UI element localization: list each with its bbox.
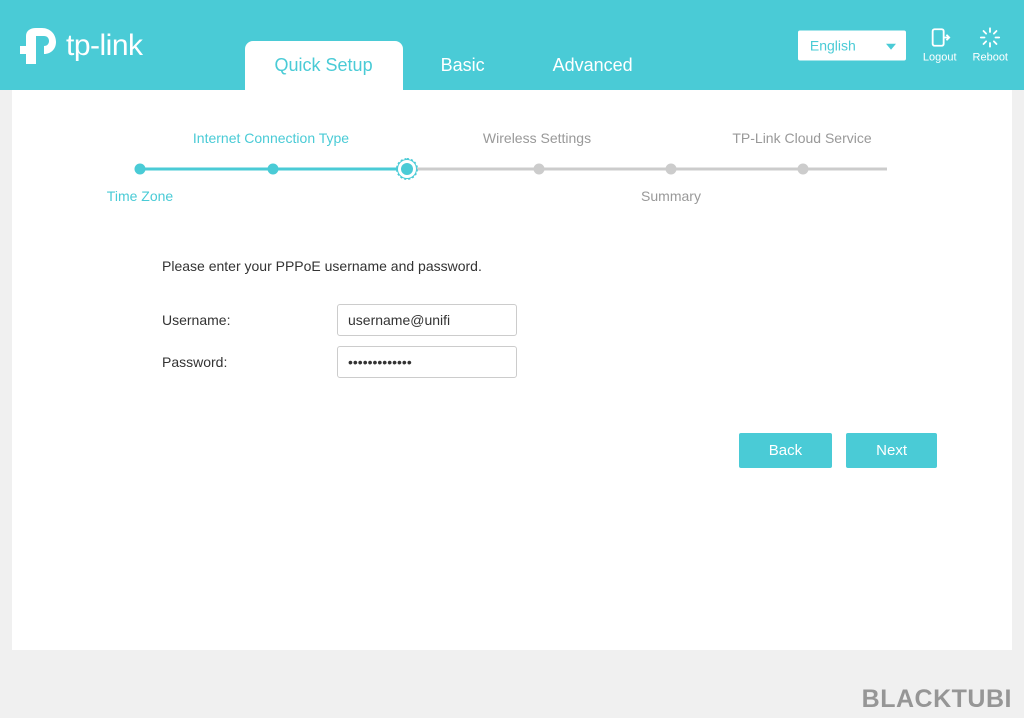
step-label-timezone: Time Zone xyxy=(107,188,173,204)
language-value: English xyxy=(810,37,856,53)
form-instruction: Please enter your PPPoE username and pas… xyxy=(162,258,862,274)
language-select[interactable]: English xyxy=(797,29,907,61)
brand-logo: tp-link xyxy=(16,24,143,68)
watermark: BLACKTUBI xyxy=(862,685,1012,714)
tab-advanced[interactable]: Advanced xyxy=(523,41,663,90)
setup-stepper: Internet Connection Type Wireless Settin… xyxy=(132,130,892,208)
step-dot-5 xyxy=(666,164,677,175)
password-row: Password: xyxy=(162,346,862,378)
username-row: Username: xyxy=(162,304,862,336)
step-dot-2 xyxy=(268,164,279,175)
username-input[interactable] xyxy=(337,304,517,336)
nav-buttons: Back Next xyxy=(87,433,937,468)
main-tabs: Quick Setup Basic Advanced xyxy=(245,0,671,90)
password-input[interactable] xyxy=(337,346,517,378)
tab-quick-setup[interactable]: Quick Setup xyxy=(245,41,403,90)
password-label: Password: xyxy=(162,354,337,370)
step-label-cloud: TP-Link Cloud Service xyxy=(732,130,871,146)
next-button[interactable]: Next xyxy=(846,433,937,468)
logout-button[interactable]: Logout xyxy=(923,27,957,64)
pppoe-form: Please enter your PPPoE username and pas… xyxy=(162,258,862,378)
logout-icon xyxy=(929,27,951,49)
logout-label: Logout xyxy=(923,52,957,64)
content-panel: Internet Connection Type Wireless Settin… xyxy=(12,90,1012,650)
step-line-pending xyxy=(407,168,887,171)
step-dot-4 xyxy=(534,164,545,175)
step-label-summary: Summary xyxy=(641,188,701,204)
header-controls: English Logout Reboot xyxy=(797,27,1008,64)
tp-link-logo-icon xyxy=(16,24,60,68)
step-label-internet: Internet Connection Type xyxy=(193,130,349,146)
reboot-button[interactable]: Reboot xyxy=(973,27,1008,64)
step-dot-6 xyxy=(798,164,809,175)
back-button[interactable]: Back xyxy=(739,433,832,468)
step-dot-3-current xyxy=(401,163,413,175)
reboot-icon xyxy=(979,27,1001,49)
reboot-label: Reboot xyxy=(973,52,1008,64)
tab-basic[interactable]: Basic xyxy=(411,41,515,90)
header: tp-link Quick Setup Basic Advanced Engli… xyxy=(0,0,1024,90)
step-dot-1 xyxy=(135,164,146,175)
brand-text: tp-link xyxy=(66,29,143,63)
step-label-wireless: Wireless Settings xyxy=(483,130,591,146)
username-label: Username: xyxy=(162,312,337,328)
